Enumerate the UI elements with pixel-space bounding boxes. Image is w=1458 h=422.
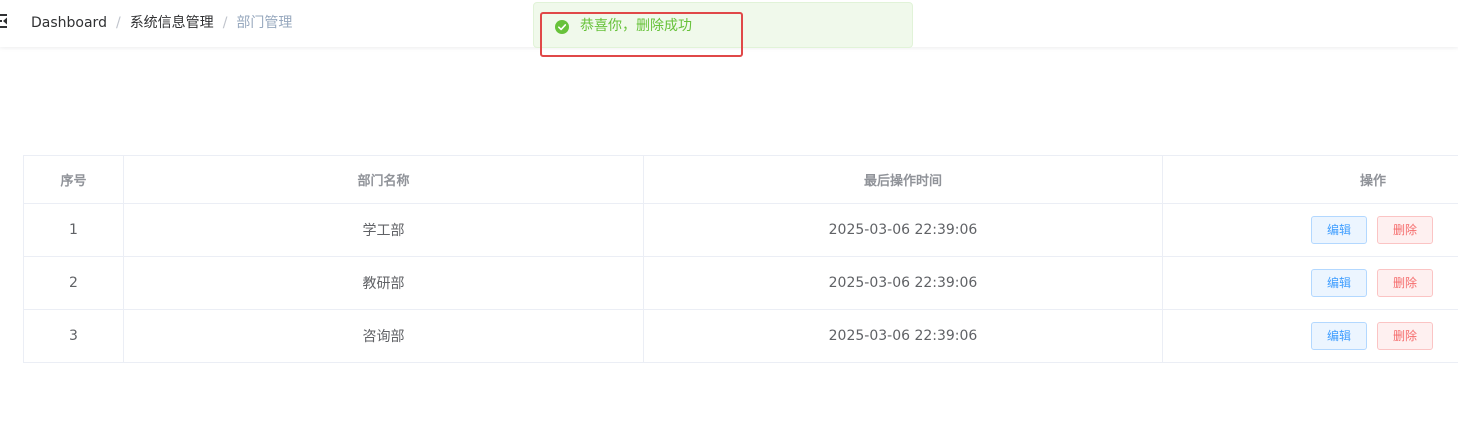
breadcrumb-item-system-info[interactable]: 系统信息管理 [130, 15, 214, 31]
table-row: 1 学工部 2025-03-06 22:39:06 编辑 删除 [23, 203, 1458, 257]
cell-time: 2025-03-06 22:39:06 [643, 309, 1163, 363]
edit-button[interactable]: 编辑 [1311, 322, 1367, 350]
edit-button[interactable]: 编辑 [1311, 216, 1367, 244]
table-row: 3 咨询部 2025-03-06 22:39:06 编辑 删除 [23, 309, 1458, 363]
department-table: 序号 部门名称 最后操作时间 操作 1 学工部 2025-03-06 22:39… [23, 155, 1458, 363]
table-header-row: 序号 部门名称 最后操作时间 操作 [23, 155, 1458, 204]
cell-ops: 编辑 删除 [1162, 256, 1458, 310]
cell-time: 2025-03-06 22:39:06 [643, 203, 1163, 257]
table-row: 2 教研部 2025-03-06 22:39:06 编辑 删除 [23, 256, 1458, 310]
breadcrumb: Dashboard / 系统信息管理 / 部门管理 [31, 14, 292, 32]
cell-name: 咨询部 [123, 309, 644, 363]
header-time: 最后操作时间 [643, 155, 1163, 204]
header-ops: 操作 [1162, 155, 1458, 204]
breadcrumb-item-department: 部门管理 [236, 15, 293, 31]
edit-button[interactable]: 编辑 [1311, 269, 1367, 297]
success-message: 恭喜你，删除成功 [533, 2, 913, 48]
cell-index: 2 [23, 256, 124, 310]
header-name: 部门名称 [123, 155, 644, 204]
check-circle-icon [555, 19, 569, 34]
breadcrumb-separator: / [222, 15, 228, 31]
delete-button[interactable]: 删除 [1377, 216, 1433, 244]
cell-index: 1 [23, 203, 124, 257]
cell-name: 教研部 [123, 256, 644, 310]
cell-ops: 编辑 删除 [1162, 309, 1458, 363]
cell-ops: 编辑 删除 [1162, 203, 1458, 257]
breadcrumb-item-dashboard[interactable]: Dashboard [31, 15, 107, 31]
breadcrumb-separator: / [115, 15, 121, 31]
delete-button[interactable]: 删除 [1377, 322, 1433, 350]
header-index: 序号 [23, 155, 124, 204]
success-message-text: 恭喜你，删除成功 [580, 18, 692, 34]
hamburger-icon[interactable] [0, 13, 8, 29]
cell-time: 2025-03-06 22:39:06 [643, 256, 1163, 310]
cell-index: 3 [23, 309, 124, 363]
cell-name: 学工部 [123, 203, 644, 257]
delete-button[interactable]: 删除 [1377, 269, 1433, 297]
